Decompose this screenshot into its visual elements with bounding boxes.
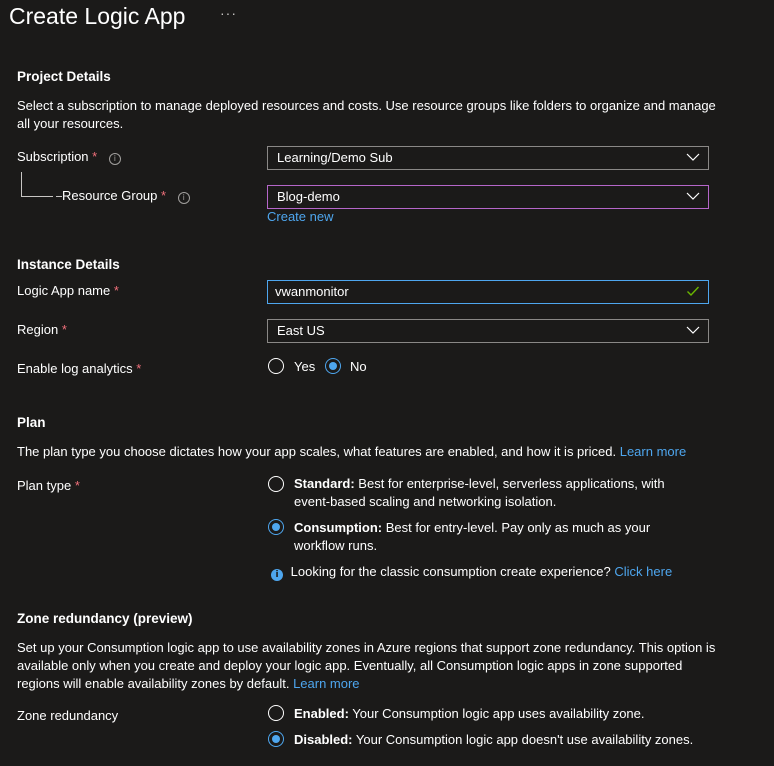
zone-disabled-label: Disabled: Your Consumption logic app doe… <box>294 732 694 747</box>
info-icon: i <box>271 569 283 581</box>
page-title: Create Logic App <box>9 3 186 29</box>
zone-redundancy-label: Zone redundancy <box>17 708 119 723</box>
info-icon[interactable]: i <box>177 192 190 204</box>
region-dropdown[interactable]: East US <box>267 319 709 343</box>
zone-learn-more-link[interactable]: Learn more <box>293 676 359 691</box>
region-label: Region * <box>17 322 67 337</box>
logic-app-name-input[interactable]: vwanmonitor <box>267 280 709 304</box>
required-mark: * <box>161 188 167 203</box>
classic-consumption-note: i Looking for the classic consumption cr… <box>271 563 672 581</box>
plan-standard-label: Standard: Best for enterprise-level, ser… <box>294 476 665 509</box>
plan-consumption-radio[interactable] <box>268 519 284 535</box>
plan-standard-radio[interactable] <box>268 476 284 492</box>
plan-learn-more-link[interactable]: Learn more <box>620 444 686 459</box>
chevron-down-icon <box>686 192 700 200</box>
required-mark: * <box>136 361 142 376</box>
subscription-label: Subscription * i <box>17 149 121 165</box>
create-new-link[interactable]: Create new <box>267 209 333 224</box>
instance-details-heading: Instance Details <box>17 257 120 272</box>
subscription-dropdown[interactable]: Learning/Demo Sub <box>267 146 709 170</box>
plan-heading: Plan <box>17 415 46 430</box>
logic-app-name-label: Logic App name * <box>17 283 119 298</box>
zone-redundancy-heading: Zone redundancy (preview) <box>17 611 193 626</box>
required-mark: * <box>113 283 119 298</box>
project-details-description: Select a subscription to manage deployed… <box>17 98 716 131</box>
chevron-down-icon <box>686 326 700 334</box>
zone-enabled-radio[interactable] <box>268 705 284 721</box>
zone-disabled-radio[interactable] <box>268 731 284 747</box>
region-value: East US <box>277 323 325 338</box>
plan-description: The plan type you choose dictates how yo… <box>17 444 687 459</box>
log-analytics-no-radio[interactable] <box>325 358 341 374</box>
check-icon <box>687 286 700 297</box>
click-here-link[interactable]: Click here <box>614 564 672 579</box>
zone-enabled-label: Enabled: Your Consumption logic app uses… <box>294 706 645 721</box>
resource-group-dropdown[interactable]: Blog-demo <box>267 185 709 209</box>
log-analytics-yes-label: Yes <box>294 359 316 374</box>
required-mark: * <box>92 149 98 164</box>
subscription-value: Learning/Demo Sub <box>277 150 393 165</box>
zone-redundancy-description: Set up your Consumption logic app to use… <box>17 640 716 691</box>
chevron-down-icon <box>686 153 700 161</box>
info-icon[interactable]: i <box>108 153 121 165</box>
more-options-icon[interactable]: ··· <box>220 5 237 21</box>
logic-app-name-value: vwanmonitor <box>275 284 349 299</box>
plan-consumption-label: Consumption: Best for entry-level. Pay o… <box>294 520 651 553</box>
resource-group-label: Resource Group * i <box>62 188 190 204</box>
resource-group-value: Blog-demo <box>277 189 340 204</box>
plan-type-label: Plan type * <box>17 478 80 493</box>
log-analytics-yes-radio[interactable] <box>268 358 284 374</box>
required-mark: * <box>74 478 80 493</box>
log-analytics-no-label: No <box>350 359 367 374</box>
project-details-heading: Project Details <box>17 69 111 84</box>
tree-connector <box>21 172 22 196</box>
log-analytics-label: Enable log analytics * <box>17 361 142 376</box>
required-mark: * <box>61 322 67 337</box>
tree-connector <box>21 196 53 197</box>
